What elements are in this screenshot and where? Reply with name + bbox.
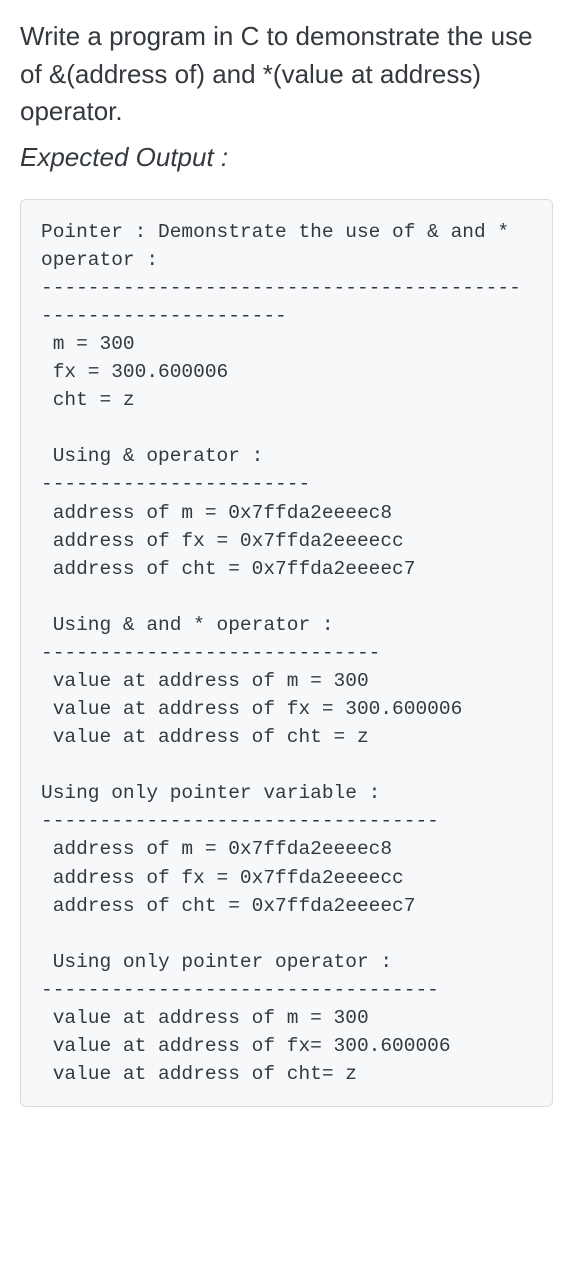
exercise-prompt: Write a program in C to demonstrate the … <box>20 18 553 131</box>
code-output-text: Pointer : Demonstrate the use of & and *… <box>41 218 532 1088</box>
expected-output-codeblock: Pointer : Demonstrate the use of & and *… <box>20 199 553 1107</box>
exercise-page: Write a program in C to demonstrate the … <box>0 0 573 1131</box>
expected-output-label: Expected Output : <box>20 139 553 177</box>
